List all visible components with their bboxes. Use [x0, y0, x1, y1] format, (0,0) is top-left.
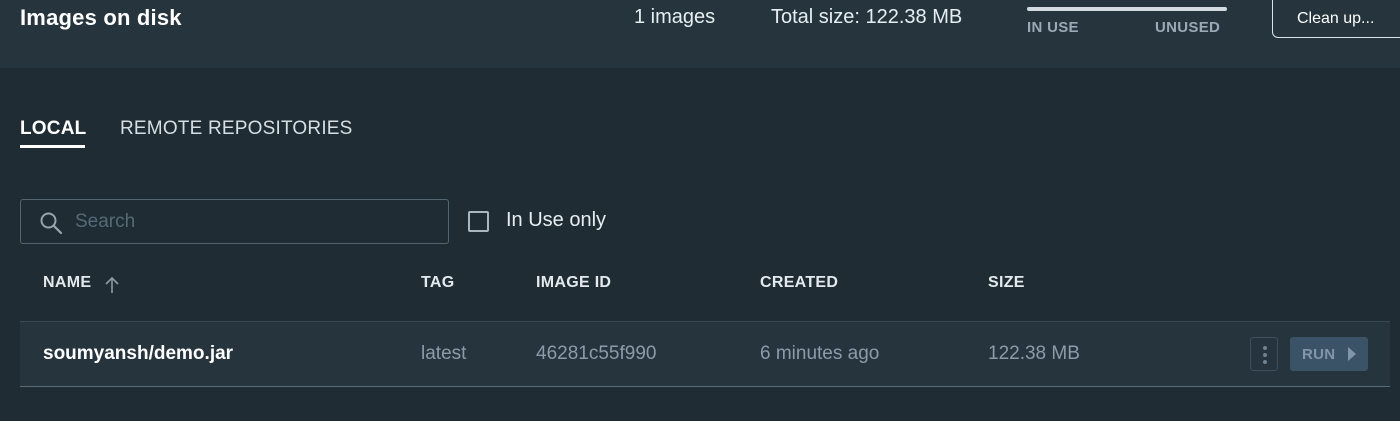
in-use-only-label[interactable]: In Use only	[506, 209, 606, 232]
column-header-tag[interactable]: TAG	[421, 274, 455, 292]
column-header-image-id[interactable]: IMAGE ID	[536, 274, 611, 292]
run-label: RUN	[1302, 345, 1336, 363]
page-title: Images on disk	[20, 5, 182, 30]
cell-size: 122.38 MB	[988, 343, 1080, 364]
image-count: 1 images	[634, 6, 716, 28]
usage-in-use-label: IN USE	[1027, 19, 1079, 36]
cell-image-id: 46281c55f990	[536, 343, 657, 364]
run-button[interactable]: RUN	[1290, 337, 1368, 371]
column-header-name[interactable]: NAME	[43, 274, 91, 292]
column-header-size[interactable]: SIZE	[988, 274, 1025, 292]
usage-unused-label: UNUSED	[1155, 19, 1221, 36]
cell-name: soumyansh/demo.jar	[43, 343, 234, 364]
kebab-menu-icon[interactable]	[1250, 337, 1278, 371]
column-header-created[interactable]: CREATED	[760, 274, 838, 292]
cell-tag: latest	[421, 343, 467, 364]
disk-usage-bar	[1027, 7, 1227, 11]
arrow-up-icon[interactable]	[102, 275, 122, 295]
search-box[interactable]	[20, 199, 449, 244]
play-triangle-icon	[1348, 347, 1356, 361]
search-input[interactable]	[75, 206, 435, 238]
cell-created: 6 minutes ago	[760, 343, 880, 364]
in-use-only-checkbox[interactable]	[468, 211, 489, 232]
tab-local[interactable]: LOCAL	[20, 118, 86, 140]
total-size: Total size: 122.38 MB	[771, 6, 963, 28]
tab-remote-repositories[interactable]: REMOTE REPOSITORIES	[120, 118, 353, 140]
active-tab-indicator	[20, 145, 85, 148]
search-icon	[40, 212, 63, 235]
clean-up-button[interactable]: Clean up...	[1272, 0, 1400, 38]
